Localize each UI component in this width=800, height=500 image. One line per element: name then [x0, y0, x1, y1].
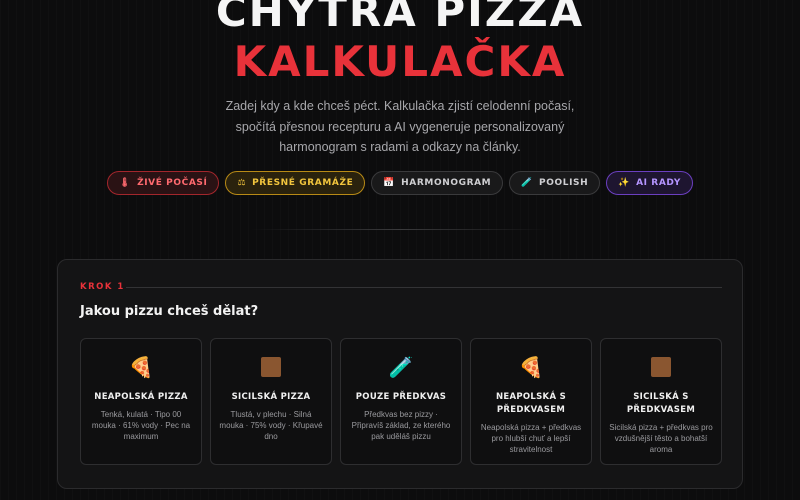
test-tube-icon: 🧪 — [388, 355, 414, 379]
option-sicilian-pizza[interactable]: SICILSKÁ PIZZA Tlustá, v plechu · Silná … — [210, 338, 332, 465]
chip-schedule: 📅 HARMONOGRAM — [371, 171, 504, 195]
option-title: SICILSKÁ PIZZA — [231, 392, 311, 402]
chip-label: ŽIVÉ POČASÍ — [137, 178, 208, 188]
pizza-slice-icon: 🍕 — [518, 355, 544, 379]
chip-label: PŘESNÉ GRAMÁŽE — [252, 178, 354, 188]
section-divider — [250, 229, 550, 230]
chip-live-weather: 🌡 ŽIVÉ POČASÍ — [107, 171, 220, 195]
option-title: SICILSKÁ S PŘEDKVASEM — [626, 392, 696, 415]
sparkles-icon: ✨ — [618, 178, 631, 188]
option-description: Sicilská pizza + předkvas pro vzdušnější… — [609, 423, 713, 454]
calendar-icon: 📅 — [383, 178, 396, 188]
step-panel: KROK 1 Jakou pizzu chceš dělat? 🍕 NEAPOL… — [57, 259, 743, 489]
chip-label: AI RADY — [636, 178, 681, 188]
step-question: Jakou pizzu chceš dělat? — [80, 304, 259, 319]
page-title-line2: KALKULAČKA — [233, 37, 567, 86]
hero-subtitle: Zadej kdy a kde chceš péct. Kalkulačka z… — [225, 99, 575, 154]
option-description: Tenká, kulatá · Tipo 00 mouka · 61% vody… — [91, 410, 191, 441]
square-pan-icon — [651, 357, 671, 377]
option-title: POUZE PŘEDKVAS — [355, 392, 447, 402]
test-tube-icon: 🧪 — [521, 178, 534, 188]
chip-label: POOLISH — [539, 178, 589, 188]
option-title: NEAPOLSKÁ S PŘEDKVASEM — [495, 392, 567, 415]
step-divider — [126, 287, 722, 288]
option-sicilian-with-starter[interactable]: SICILSKÁ S PŘEDKVASEM Sicilská pizza + p… — [600, 338, 722, 465]
chip-label: HARMONOGRAM — [401, 178, 492, 188]
chip-precise-weights: ⚖ PŘESNÉ GRAMÁŽE — [225, 171, 366, 195]
thermometer-icon: 🌡 — [119, 178, 132, 188]
option-description: Neapolská pizza + předkvas pro hlubší ch… — [480, 423, 582, 454]
option-starter-only[interactable]: 🧪 POUZE PŘEDKVAS Předkvas bez pizzy · Př… — [340, 338, 462, 465]
option-description: Tlustá, v plechu · Silná mouka · 75% vod… — [219, 410, 323, 441]
square-pan-icon — [261, 357, 281, 377]
feature-chips: 🌡 ŽIVÉ POČASÍ ⚖ PŘESNÉ GRAMÁŽE 📅 HARMONO… — [0, 171, 800, 195]
step-label: KROK 1 — [80, 282, 125, 292]
pizza-type-options: 🍕 NEAPOLSKÁ PIZZA Tenká, kulatá · Tipo 0… — [80, 338, 722, 465]
option-title: NEAPOLSKÁ PIZZA — [94, 392, 188, 402]
option-neapolitan-with-starter[interactable]: 🍕 NEAPOLSKÁ S PŘEDKVASEM Neapolská pizza… — [470, 338, 592, 465]
option-description: Předkvas bez pizzy · Připravíš základ, z… — [351, 410, 451, 441]
page-title-line1: CHYTRÁ PIZZA — [215, 0, 585, 36]
chip-ai-tips: ✨ AI RADY — [606, 171, 693, 195]
pizza-slice-icon: 🍕 — [128, 355, 154, 379]
scale-icon: ⚖ — [237, 178, 247, 188]
option-neapolitan-pizza[interactable]: 🍕 NEAPOLSKÁ PIZZA Tenká, kulatá · Tipo 0… — [80, 338, 202, 465]
chip-poolish: 🧪 POOLISH — [509, 171, 601, 195]
